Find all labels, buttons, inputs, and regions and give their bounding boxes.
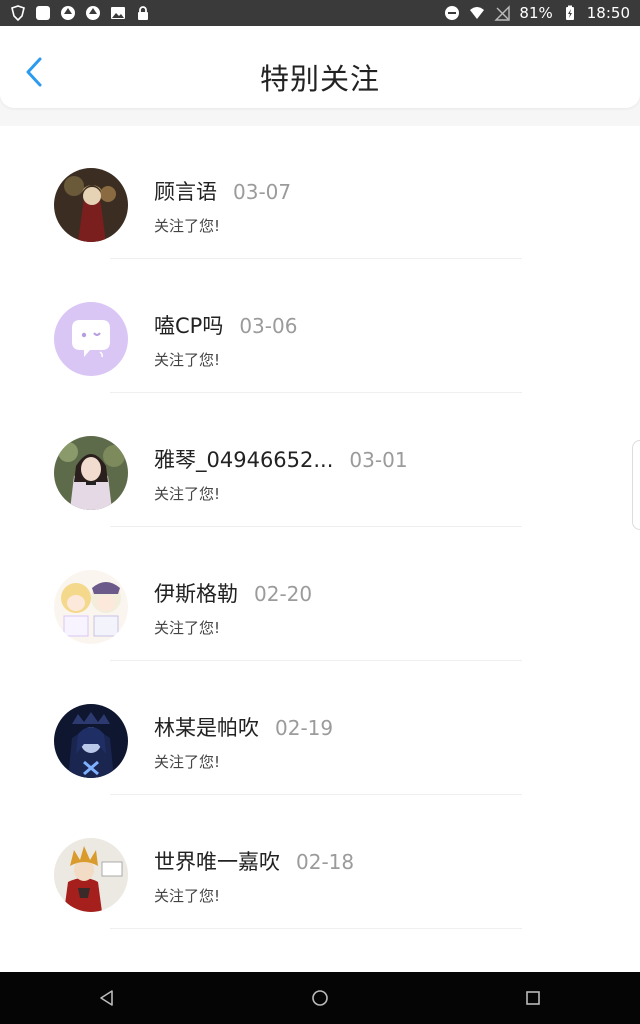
app-header: 特别关注: [0, 26, 640, 108]
app-square-icon: [36, 6, 50, 20]
avatar: [54, 168, 128, 242]
user-name: 林某是帕吹 02-19: [154, 712, 333, 742]
user-name: 嗑CP吗 03-06: [154, 310, 297, 340]
user-name: 顾言语 03-07: [154, 176, 291, 206]
nav-back-button[interactable]: [77, 978, 137, 1018]
status-bar: 81% 18:50: [0, 0, 640, 26]
no-signal-icon: [494, 5, 511, 21]
square-recents-icon: [526, 991, 541, 1005]
follow-date: 03-01: [349, 448, 408, 472]
user-name-text: 伊斯格勒: [154, 582, 238, 606]
user-name: 雅琴_04946652... 03-01: [154, 444, 408, 474]
aperture-icon: [61, 6, 75, 20]
user-name-text: 嗑CP吗: [154, 314, 224, 338]
aperture-icon-2: [86, 6, 100, 20]
follow-date: 02-19: [275, 716, 334, 740]
nav-home-button[interactable]: [290, 978, 350, 1018]
navigation-bar: [0, 972, 640, 1024]
user-name-text: 世界唯一嘉吹: [154, 850, 280, 874]
status-bar-left: [0, 5, 161, 21]
follow-message: 关注了您!: [154, 485, 221, 503]
list-item[interactable]: 世界唯一嘉吹 02-18 关注了您!: [0, 796, 640, 930]
divider: [110, 660, 522, 661]
list-item[interactable]: 嗑CP吗 03-06 关注了您!: [0, 260, 640, 394]
page-title: 特别关注: [259, 62, 380, 96]
user-name-text: 雅琴_04946652...: [154, 448, 334, 472]
lock-icon: [138, 6, 148, 20]
user-name-text: 顾言语: [154, 180, 217, 204]
image-icon: [111, 7, 125, 19]
clock: 18:50: [586, 4, 630, 22]
divider: [110, 258, 522, 259]
divider: [110, 526, 522, 527]
follow-date: 02-18: [296, 850, 355, 874]
follow-message: 关注了您!: [154, 217, 221, 235]
avatar: [54, 704, 128, 778]
follow-date: 03-06: [239, 314, 298, 338]
battery-percent: 81%: [519, 4, 553, 22]
follow-message: 关注了您!: [154, 753, 221, 771]
nav-recents-button[interactable]: [503, 978, 563, 1018]
follower-list: 顾言语 03-07 关注了您! 嗑CP吗 03-06 关注了您! 雅琴_0494…: [0, 126, 640, 972]
list-item[interactable]: 雅琴_04946652... 03-01 关注了您!: [0, 394, 640, 528]
follow-message: 关注了您!: [154, 887, 221, 905]
follow-date: 03-07: [233, 180, 292, 204]
follow-date: 02-20: [254, 582, 313, 606]
shield-icon: [11, 5, 25, 21]
divider: [110, 928, 522, 929]
list-item[interactable]: 顾言语 03-07 关注了您!: [0, 126, 640, 260]
triangle-back-icon: [99, 990, 113, 1006]
status-bar-right: 81% 18:50: [434, 4, 640, 22]
divider: [110, 794, 522, 795]
user-name-text: 林某是帕吹: [154, 716, 259, 740]
avatar: [54, 570, 128, 644]
follow-message: 关注了您!: [154, 619, 221, 637]
avatar: [54, 302, 128, 376]
do-not-disturb-icon: [445, 6, 460, 20]
list-item[interactable]: 林某是帕吹 02-19 关注了您!: [0, 662, 640, 796]
avatar: [54, 838, 128, 912]
wifi-icon: [470, 7, 485, 19]
battery-charging-icon: [565, 5, 574, 20]
list-item[interactable]: 伊斯格勒 02-20 关注了您!: [0, 528, 640, 662]
divider: [110, 392, 522, 393]
avatar: [54, 436, 128, 510]
circle-home-icon: [312, 990, 328, 1006]
follow-message: 关注了您!: [154, 351, 221, 369]
user-name: 世界唯一嘉吹 02-18: [154, 846, 354, 876]
edge-panel-handle[interactable]: [632, 440, 640, 530]
user-name: 伊斯格勒 02-20: [154, 578, 312, 608]
